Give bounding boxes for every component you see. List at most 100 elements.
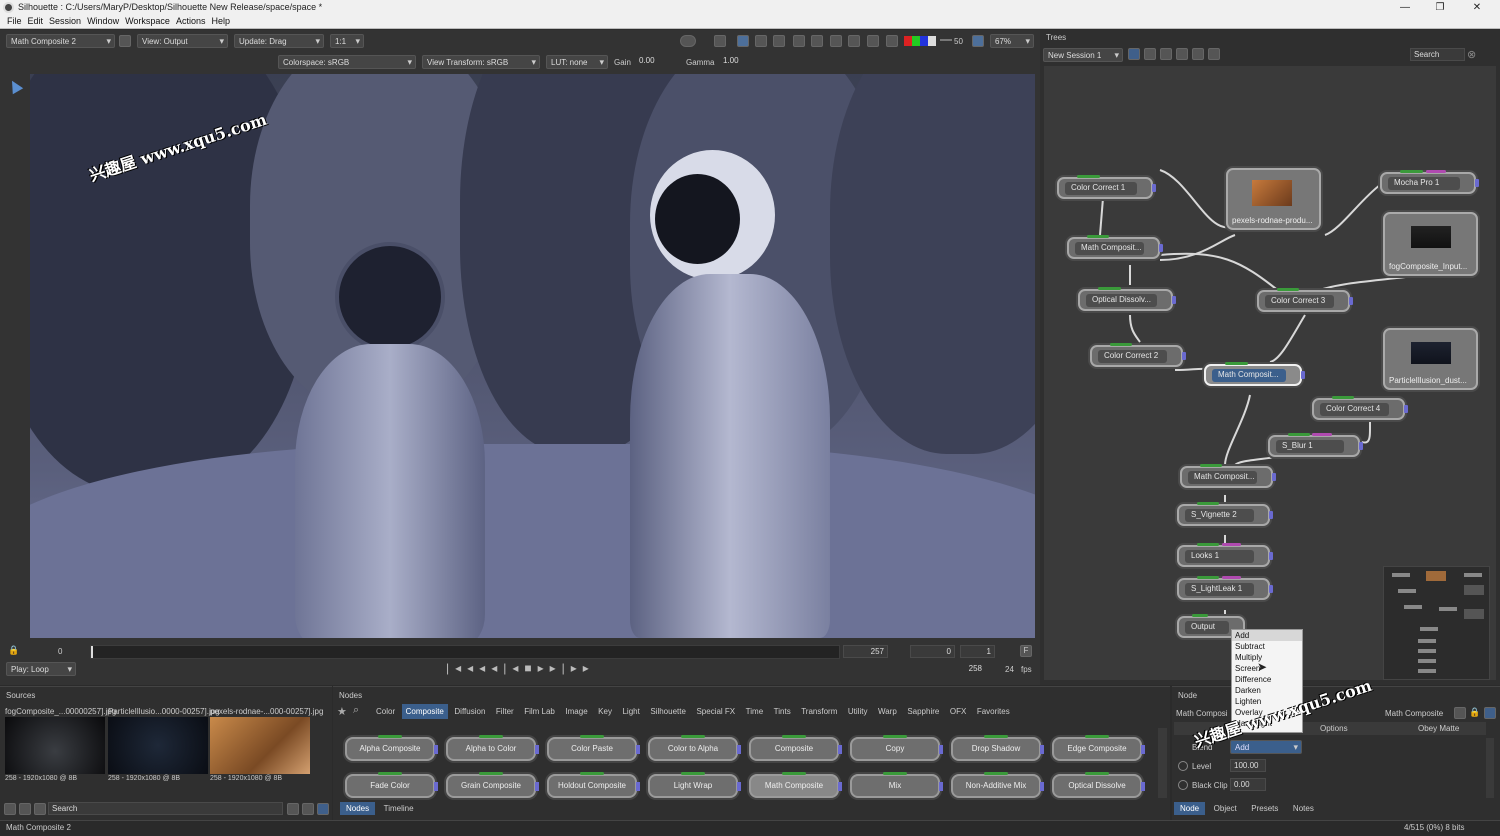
menu-help[interactable]: Help [208,15,233,27]
tree-node-looks-1[interactable]: Looks 1 [1177,543,1273,567]
view-transform-dropdown[interactable]: View Transform: sRGB [422,55,540,69]
category-color[interactable]: Color [372,704,399,719]
category-ofx[interactable]: OFX [946,704,970,719]
category-favorites[interactable]: Favorites [973,704,1014,719]
tab-timeline[interactable]: Timeline [378,802,420,815]
hand-icon[interactable] [848,35,860,47]
close-button[interactable]: ✕ [1462,0,1492,15]
tab-node[interactable]: Node [1174,802,1206,815]
add-icon[interactable] [119,35,131,47]
filter-icon[interactable] [19,803,31,815]
tree-node-s-blur-1[interactable]: S_Blur 1 [1268,433,1363,457]
sources-search-input[interactable]: Search [48,802,283,815]
tree-node-particle-illusion[interactable]: ParticleIllusion_dust... [1383,328,1478,390]
menu-workspace[interactable]: Workspace [122,15,173,27]
menu-edit[interactable]: Edit [25,15,47,27]
node-button-holdout-composite[interactable]: Holdout Composite [547,772,640,798]
category-special-fx[interactable]: Special FX [692,704,739,719]
tree-minimap[interactable] [1383,566,1490,680]
star-icon[interactable]: ★ [337,705,349,718]
tree-node-optical-dissolve[interactable]: Optical Dissolv... [1078,287,1176,311]
toggle-icon[interactable] [680,35,696,47]
blend-option-darken[interactable]: Darken [1232,685,1302,696]
current-frame-field[interactable]: 257 [843,645,888,658]
node-button-mix[interactable]: Mix [850,772,943,798]
category-sapphire[interactable]: Sapphire [903,704,943,719]
tree-node-color-correct-2[interactable]: Color Correct 2 [1090,343,1186,367]
detail-view-icon[interactable] [302,803,314,815]
lock-icon[interactable]: 🔒 [1469,707,1481,719]
category-silhouette[interactable]: Silhouette [646,704,690,719]
transport-controls[interactable]: |◂◂◂◂|◂■▸▸|▸▸ [446,661,596,677]
tree-node-s-vignette-2[interactable]: S_Vignette 2 [1177,502,1273,526]
frame-icon[interactable] [755,35,767,47]
source-thumbnail[interactable] [210,717,310,774]
category-light[interactable]: Light [618,704,643,719]
node-button-fade-color[interactable]: Fade Color [345,772,438,798]
flash-icon[interactable] [1484,707,1496,719]
node-button-drop-shadow[interactable]: Drop Shadow [951,735,1044,761]
menu-actions[interactable]: Actions [173,15,209,27]
node-button-copy[interactable]: Copy [850,735,943,761]
tab-presets[interactable]: Presets [1245,802,1284,815]
tree-node-color-correct-3[interactable]: Color Correct 3 [1257,288,1353,312]
node-button-edge-composite[interactable]: Edge Composite [1052,735,1145,761]
category-image[interactable]: Image [561,704,591,719]
timeline-scrubber[interactable] [90,645,840,659]
node-button-color-to-alpha[interactable]: Color to Alpha [648,735,741,761]
tree-node-pexels-source[interactable]: pexels-rodnae-produ... [1226,168,1321,230]
ratio-dropdown[interactable]: 1:1 [330,34,364,48]
category-warp[interactable]: Warp [874,704,901,719]
tab-nodes[interactable]: Nodes [340,802,376,815]
add-icon[interactable] [1454,707,1466,719]
menu-window[interactable]: Window [84,15,122,27]
node-button-grain-composite[interactable]: Grain Composite [446,772,539,798]
region-icon[interactable] [793,35,805,47]
camera-icon[interactable] [714,35,726,47]
blend-dropdown[interactable]: Add [1230,740,1302,754]
end-marker-button[interactable]: F [1020,645,1032,657]
viewer-image[interactable]: 兴趣屋 www.xqu5.com [30,74,1035,638]
category-film-lab[interactable]: Film Lab [520,704,559,719]
tree-node-fog-composite-input[interactable]: fogComposite_Input... [1383,212,1478,276]
category-tints[interactable]: Tints [770,704,795,719]
blend-option-difference[interactable]: Difference [1232,674,1302,685]
channels-icon[interactable] [904,36,936,46]
category-diffusion[interactable]: Diffusion [450,704,489,719]
category-filter[interactable]: Filter [492,704,518,719]
overlay-icon[interactable] [867,35,879,47]
category-composite[interactable]: Composite [401,704,448,719]
category-key[interactable]: Key [594,704,616,719]
end-frame-field[interactable]: 258 [955,663,985,676]
tree-node-math-composite-b[interactable]: Math Composit... [1180,464,1276,488]
black-clip-field[interactable]: 0.00 [1230,778,1266,791]
properties-scrollbar[interactable] [1486,738,1494,798]
level-field[interactable]: 100.00 [1230,759,1266,772]
node-button-math-composite[interactable]: Math Composite [749,772,842,798]
blend-option-subtract[interactable]: Subtract [1232,641,1302,652]
zoom-dropdown[interactable]: 67% [990,34,1034,48]
tab-object[interactable]: Object [1208,802,1243,815]
node-button-non-additive-mix[interactable]: Non-Additive Mix [951,772,1044,798]
tree-node-math-composite-selected[interactable]: Math Composit... [1204,362,1305,386]
category-time[interactable]: Time [742,704,767,719]
gamma-field[interactable]: 1.00 [720,55,750,68]
tab-notes[interactable]: Notes [1287,802,1320,815]
monitor-icon[interactable] [737,35,749,47]
zoom-icon[interactable] [773,35,785,47]
node-button-alpha-to-color[interactable]: Alpha to Color [446,735,539,761]
menu-file[interactable]: File [4,15,25,27]
grid-icon[interactable] [34,803,46,815]
lock-icon[interactable]: 🔒 [8,645,20,657]
colorspace-dropdown[interactable]: Colorspace: sRGB [278,55,416,69]
update-dropdown[interactable]: Update: Drag [234,34,324,48]
folder-icon[interactable] [4,803,16,815]
blend-option-add[interactable]: Add [1232,630,1302,641]
node-button-light-wrap[interactable]: Light Wrap [648,772,741,798]
tree-node-s-lightleak-1[interactable]: S_LightLeak 1 [1177,576,1273,600]
nodes-scrollbar[interactable] [1158,728,1167,798]
node-button-composite[interactable]: Composite [749,735,842,761]
black-clip-reset-icon[interactable] [1178,780,1188,790]
tree-node-math-composite-a[interactable]: Math Composit... [1067,235,1163,259]
step-field[interactable]: 1 [960,645,995,658]
